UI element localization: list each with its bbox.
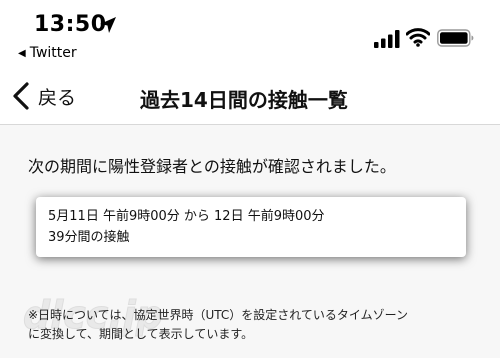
page-title: 過去14日間の接触一覧 — [140, 88, 348, 112]
back-triangle-icon: ◀ — [18, 48, 26, 59]
lead-text: 次の期間に陽性登録者との接触が確認されました。 — [28, 157, 396, 176]
battery-icon — [437, 29, 474, 47]
back-button-label: 戻る — [38, 86, 77, 109]
contact-duration: 39分間の接触 — [48, 230, 130, 245]
back-button[interactable]: 戻る — [12, 78, 76, 114]
navigation-bar: 戻る 過去14日間の接触一覧 — [0, 70, 500, 125]
back-app-label: Twitter — [29, 45, 77, 61]
note-line-1: ※日時については、協定世界時（UTC）を設定されているタイムゾーン — [28, 308, 409, 322]
wifi-icon — [406, 28, 430, 47]
timezone-note: ※日時については、協定世界時（UTC）を設定されているタイムゾーン に変換して、… — [28, 306, 488, 344]
contact-card: 5月11日 午前9時00分 から 12日 午前9時00分 39分間の接触 — [36, 197, 466, 257]
status-bar: 13:50 ◀ Twitter — [0, 0, 500, 70]
status-time: 13:50 — [34, 12, 107, 37]
back-to-app-link[interactable]: ◀ Twitter — [18, 45, 77, 61]
cellular-signal-icon — [374, 30, 400, 48]
main-content: 次の期間に陽性登録者との接触が確認されました。 5月11日 午前9時00分 から… — [0, 125, 500, 358]
location-arrow-icon — [100, 17, 116, 33]
chevron-left-icon — [13, 82, 29, 110]
contact-period: 5月11日 午前9時00分 から 12日 午前9時00分 — [48, 209, 325, 224]
note-line-2: に変換して、期間として表示しています。 — [28, 327, 254, 341]
